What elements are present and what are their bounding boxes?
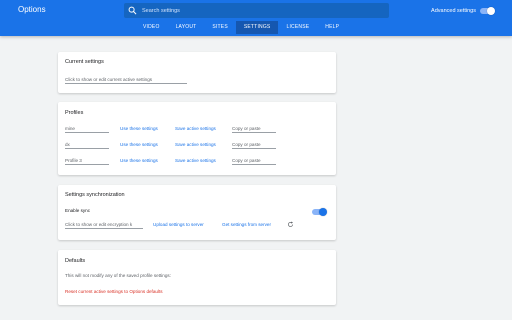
encryption-key-field[interactable]: Click to show or edit encryption k bbox=[65, 221, 143, 229]
tab-video[interactable]: VIDEO bbox=[135, 21, 168, 34]
tab-sites[interactable]: SITES bbox=[204, 21, 235, 34]
enable-sync-toggle[interactable] bbox=[312, 208, 327, 216]
card-title: Defaults bbox=[65, 258, 86, 264]
card-title: Profiles bbox=[65, 110, 84, 116]
use-settings-link[interactable]: Use these settings bbox=[120, 126, 158, 131]
card-title: Settings synchronization bbox=[65, 192, 125, 198]
current-settings-field[interactable]: Click to show or edit current active set… bbox=[65, 76, 187, 84]
save-settings-link[interactable]: Save active settings bbox=[175, 126, 216, 131]
tab-help[interactable]: HELP bbox=[317, 21, 347, 34]
card-title: Current settings bbox=[65, 59, 104, 65]
profile-name-field[interactable]: Profile 3 bbox=[65, 157, 109, 165]
profiles-card: Profiles mine Use these settings Save ac… bbox=[58, 102, 336, 175]
profile-name-field[interactable]: mine bbox=[65, 125, 109, 133]
enable-sync-label: Enable sync bbox=[65, 208, 91, 213]
refresh-icon[interactable] bbox=[287, 221, 294, 228]
copy-paste-field[interactable]: Copy or paste bbox=[232, 141, 276, 149]
advanced-settings-label: Advanced settings bbox=[431, 8, 476, 14]
tab-layout[interactable]: LAYOUT bbox=[168, 21, 205, 34]
copy-paste-field[interactable]: Copy or paste bbox=[232, 125, 276, 133]
reset-defaults-link[interactable]: Reset current active settings to Options… bbox=[65, 289, 163, 294]
advanced-settings: Advanced settings bbox=[431, 6, 495, 16]
save-settings-link[interactable]: Save active settings bbox=[175, 158, 216, 163]
use-settings-link[interactable]: Use these settings bbox=[120, 142, 158, 147]
search-icon bbox=[128, 6, 137, 15]
search-box[interactable] bbox=[124, 3, 389, 18]
tab-license[interactable]: LICENSE bbox=[278, 21, 317, 34]
use-settings-link[interactable]: Use these settings bbox=[120, 158, 158, 163]
profile-name-field[interactable]: dx bbox=[65, 141, 109, 149]
tab-bar: VIDEO LAYOUT SITES SETTINGS LICENSE HELP bbox=[135, 21, 347, 35]
app-title: Options bbox=[18, 5, 46, 14]
upload-settings-link[interactable]: Upload settings to server bbox=[153, 222, 204, 227]
save-settings-link[interactable]: Save active settings bbox=[175, 142, 216, 147]
tab-settings[interactable]: SETTINGS bbox=[235, 21, 279, 34]
advanced-settings-toggle[interactable] bbox=[480, 7, 495, 15]
sync-card: Settings synchronization Enable sync Cli… bbox=[58, 185, 336, 240]
search-input[interactable] bbox=[142, 3, 382, 18]
current-settings-card: Current settings Click to show or edit c… bbox=[58, 52, 336, 93]
get-settings-link[interactable]: Get settings from server bbox=[222, 222, 271, 227]
defaults-card: Defaults This will not modify any of the… bbox=[58, 250, 336, 305]
defaults-note: This will not modify any of the saved pr… bbox=[65, 273, 171, 278]
app-header: Options Advanced settings VIDEO LAYOUT S… bbox=[0, 0, 512, 36]
copy-paste-field[interactable]: Copy or paste bbox=[232, 157, 276, 165]
